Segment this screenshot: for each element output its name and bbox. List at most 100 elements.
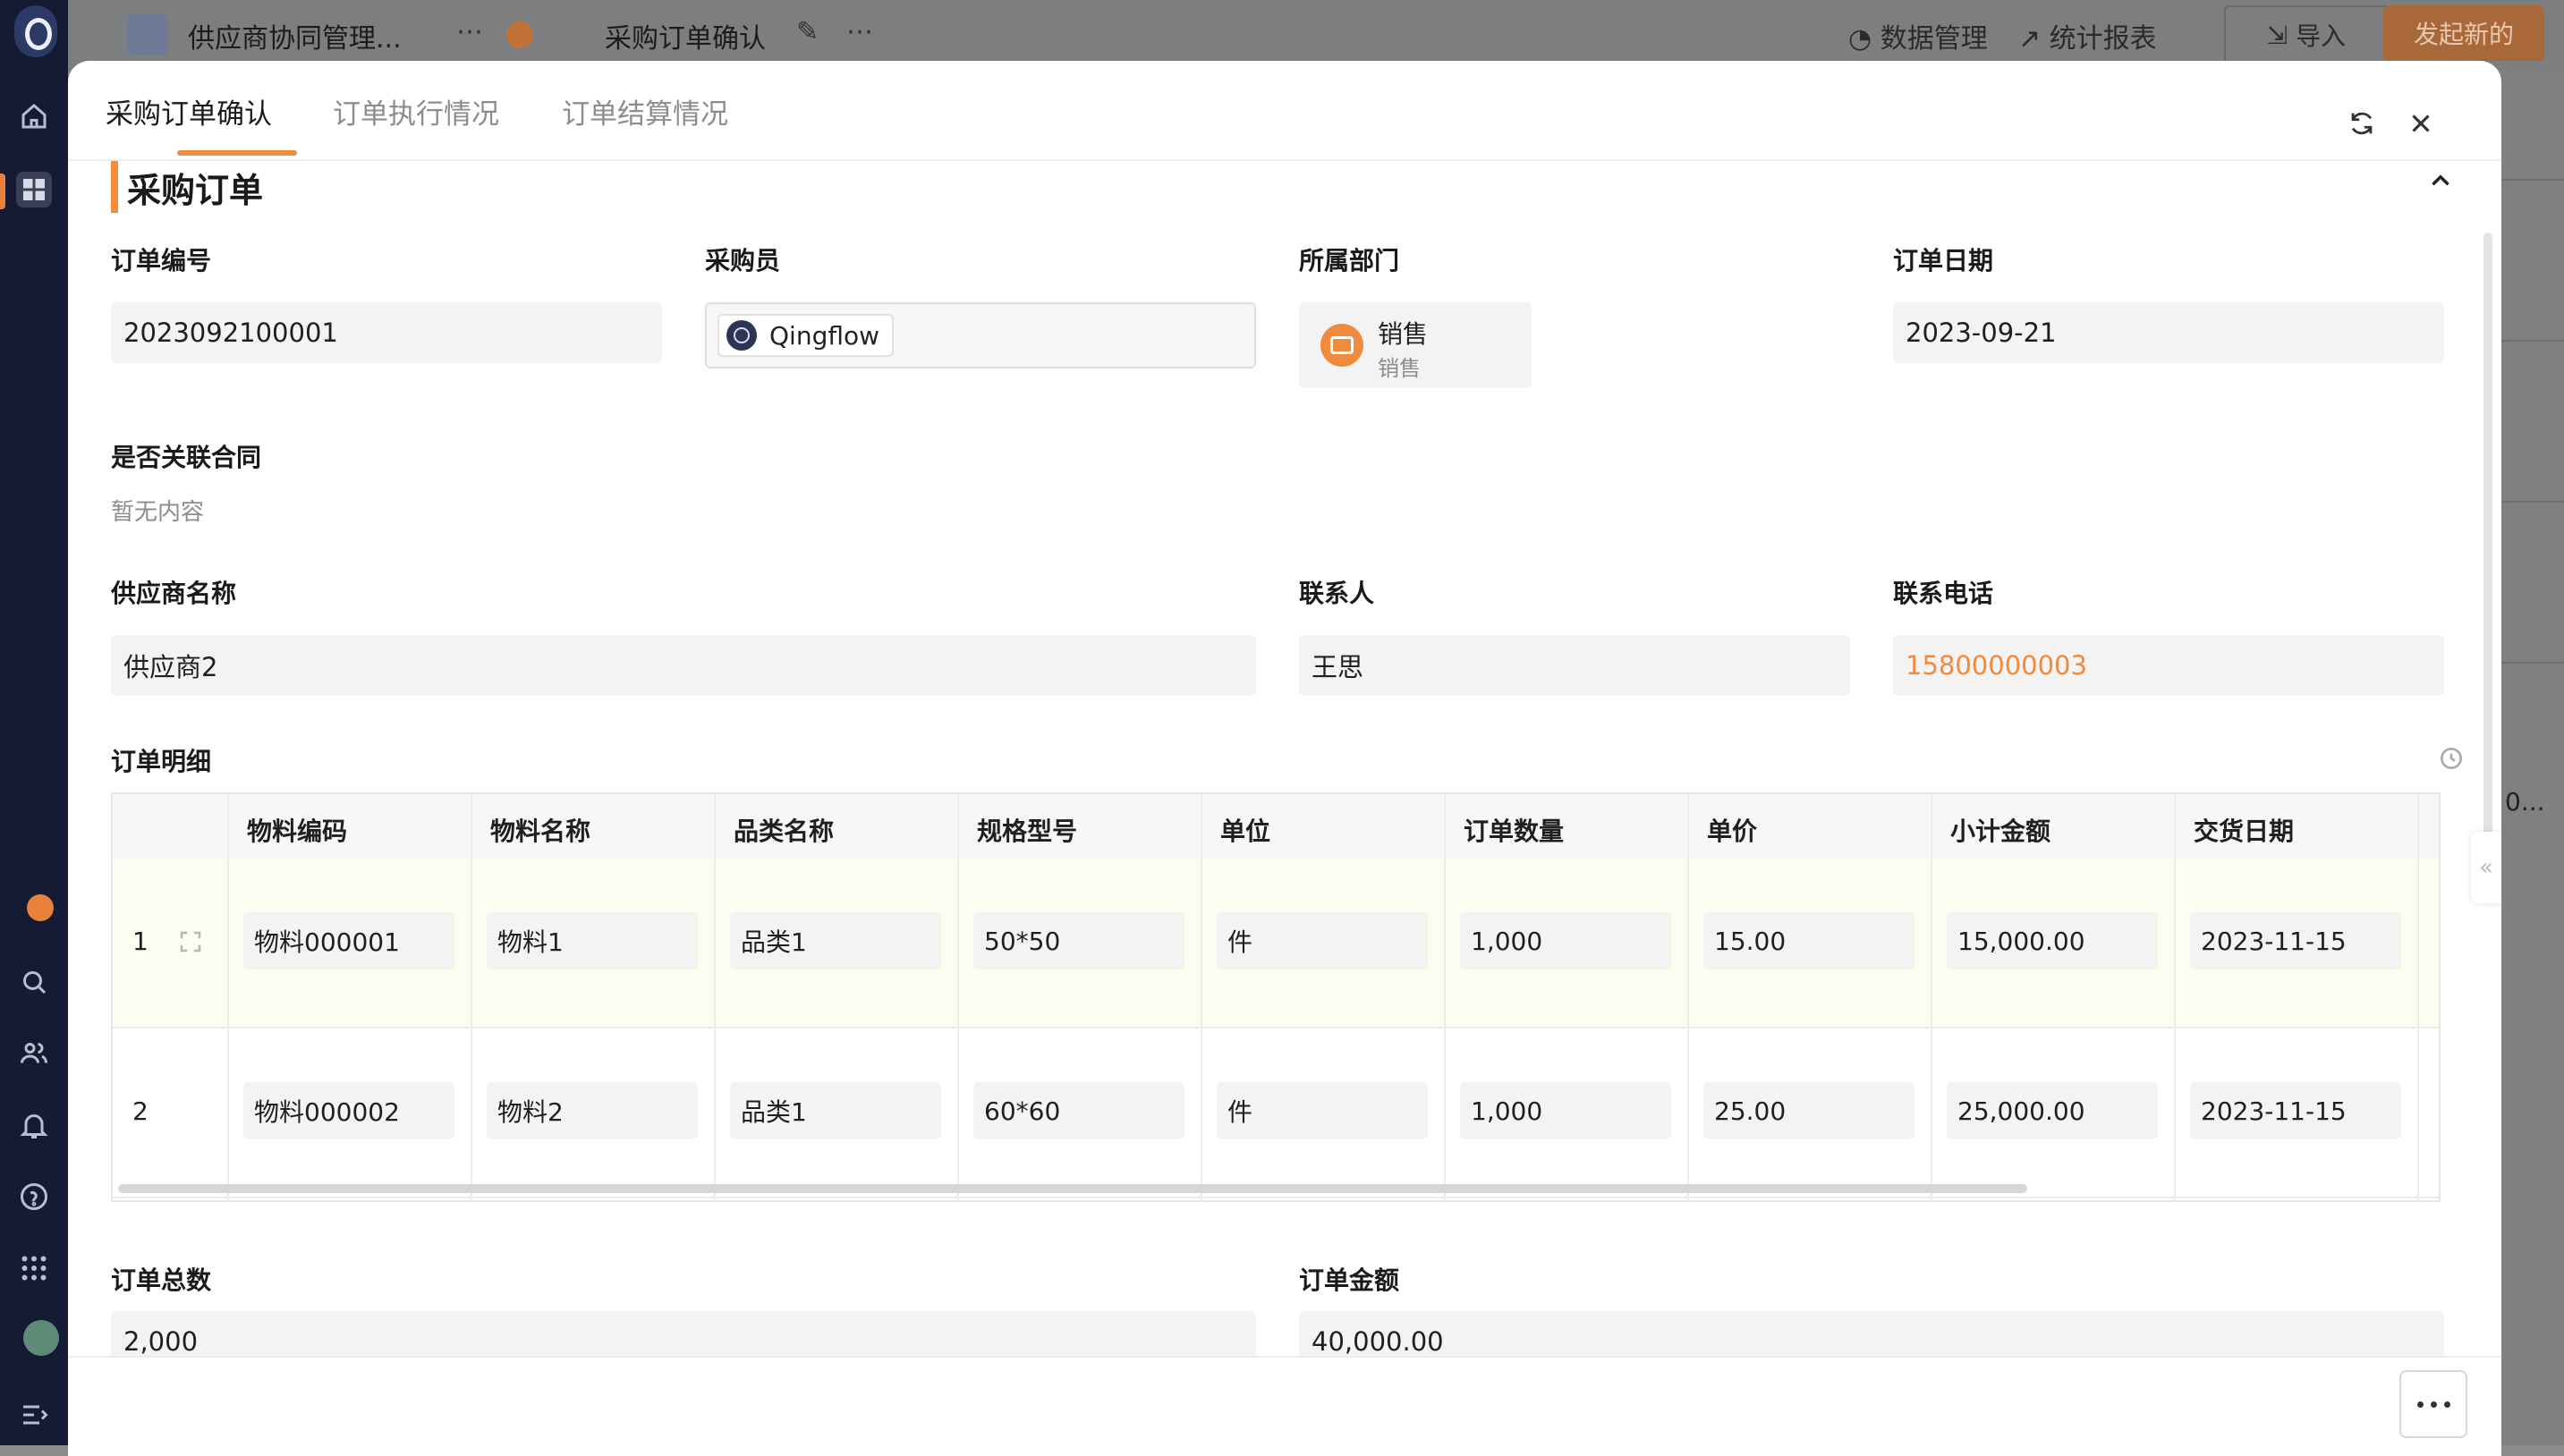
refresh-icon[interactable]: [2342, 104, 2381, 143]
buyer-name: Qingflow: [769, 320, 880, 351]
buyer-chip[interactable]: Qingflow: [717, 314, 895, 357]
user-avatar-icon: [726, 320, 757, 351]
vertical-scrollbar[interactable]: [2483, 233, 2492, 876]
supplier-name-label: 供应商名称: [111, 579, 237, 608]
modal-footer: [68, 1356, 2501, 1456]
cell-category[interactable]: 品类1: [730, 1082, 941, 1139]
search-icon[interactable]: [16, 964, 52, 1000]
app-logo[interactable]: [14, 5, 57, 57]
list-divider: [2501, 662, 2564, 664]
cell-spec[interactable]: 60*60: [973, 1082, 1184, 1139]
more-icon[interactable]: [2399, 1370, 2467, 1438]
cell-material-code[interactable]: 物料000002: [243, 1082, 454, 1139]
department-sub: 销售: [1378, 356, 1421, 381]
workspace-title[interactable]: 供应商协同管理...: [188, 16, 402, 55]
chart-icon: ↗: [2018, 23, 2050, 55]
tab-order-settlement[interactable]: 订单结算情况: [562, 91, 728, 131]
cell-delivery-date[interactable]: 2023-11-15: [2190, 1082, 2401, 1139]
table-row[interactable]: 1 物料000001 物料1 品类1 50*50 件 1,000 15.00 1…: [113, 859, 2439, 1029]
cell-unit[interactable]: 件: [1217, 1082, 1428, 1139]
bell-icon[interactable]: [16, 1107, 52, 1143]
linked-contract-label: 是否关联合同: [111, 443, 262, 472]
buyer-field[interactable]: Qingflow: [705, 302, 1256, 368]
column-divider: [957, 794, 959, 1200]
data-manage-link[interactable]: ◔ 数据管理: [1848, 16, 1988, 55]
horizontal-scrollbar[interactable]: [118, 1184, 2027, 1193]
home-icon[interactable]: [16, 98, 52, 134]
cell-subtotal[interactable]: 25,000.00: [1947, 1082, 2158, 1139]
import-icon: ⇲: [2266, 20, 2297, 50]
total-qty-field[interactable]: 2,000: [111, 1311, 1256, 1356]
column-divider: [1687, 794, 1689, 1200]
grid-icon[interactable]: [16, 1250, 52, 1286]
avatar[interactable]: [23, 1320, 59, 1356]
tab-order-confirm[interactable]: 采购订单确认: [106, 91, 272, 131]
cell-unit[interactable]: 件: [1217, 912, 1428, 969]
list-divider: [2501, 501, 2564, 503]
modal-tabs: 采购订单确认 订单执行情况 订单结算情况: [68, 61, 2501, 161]
apps-icon[interactable]: [16, 172, 52, 207]
cell-category[interactable]: 品类1: [730, 912, 941, 969]
stats-link[interactable]: ↗ 统计报表: [2018, 16, 2157, 55]
add-icon[interactable]: [506, 21, 533, 48]
tab-order-execution[interactable]: 订单执行情况: [333, 91, 499, 131]
users-icon[interactable]: [16, 1036, 52, 1071]
section-title: 采购订单: [127, 171, 264, 210]
contact-label: 联系人: [1299, 579, 1375, 608]
wrench-icon[interactable]: ✎: [796, 16, 819, 47]
supplier-name-field[interactable]: 供应商2: [111, 635, 1256, 696]
cell-delivery-date[interactable]: 2023-11-15: [2190, 912, 2401, 969]
column-divider: [2417, 794, 2419, 1200]
workspace-more-icon[interactable]: ⋯: [456, 16, 483, 47]
col-unit-price: 单价: [1707, 817, 1758, 846]
list-divider: [2501, 179, 2564, 181]
col-unit: 单位: [1220, 817, 1271, 846]
order-date-field[interactable]: 2023-09-21: [1893, 302, 2444, 363]
cell-unit-price[interactable]: 15.00: [1703, 912, 1915, 969]
help-icon[interactable]: [16, 1179, 52, 1215]
column-divider: [1201, 794, 1202, 1200]
cell-material-name[interactable]: 物料2: [487, 1082, 698, 1139]
menu-collapse-icon[interactable]: [16, 1397, 52, 1433]
order-no-label: 订单编号: [111, 246, 212, 275]
page-more-icon[interactable]: ⋯: [846, 16, 873, 47]
total-qty-label: 订单总数: [111, 1266, 212, 1295]
cell-material-code[interactable]: 物料000001: [243, 912, 454, 969]
order-details-label: 订单明细: [111, 747, 212, 776]
col-category: 品类名称: [734, 817, 835, 846]
order-no-field[interactable]: 2023092100001: [111, 302, 662, 363]
expand-icon[interactable]: [177, 928, 204, 955]
department-field[interactable]: 销售 销售: [1299, 302, 1532, 388]
chevron-double-left-icon[interactable]: «: [2471, 832, 2501, 903]
row-index: 2: [132, 1096, 149, 1126]
chevron-up-icon[interactable]: [2421, 161, 2460, 200]
background-list: 0...: [2501, 72, 2564, 1445]
total-amount-field[interactable]: 40,000.00: [1299, 1311, 2444, 1356]
cell-unit-price[interactable]: 25.00: [1703, 1082, 1915, 1139]
close-icon[interactable]: [2401, 104, 2441, 143]
cell-subtotal[interactable]: 15,000.00: [1947, 912, 2158, 969]
add-icon[interactable]: [27, 894, 54, 921]
cell-quantity[interactable]: 1,000: [1460, 912, 1671, 969]
phone-field[interactable]: 15800000003: [1893, 635, 2444, 696]
column-divider: [714, 794, 716, 1200]
linked-contract-empty: 暂无内容: [111, 499, 205, 526]
start-new-button[interactable]: 发起新的: [2383, 5, 2544, 61]
app-sidebar: [0, 0, 68, 1445]
history-icon[interactable]: [2437, 744, 2466, 773]
order-details-table: 物料编码 物料名称 品类名称 规格型号 单位 订单数量 单价 小计金额 交货日期…: [111, 792, 2441, 1202]
cell-spec[interactable]: 50*50: [973, 912, 1184, 969]
col-quantity: 订单数量: [1464, 817, 1565, 846]
row-index: 1: [132, 927, 149, 956]
department-label: 所属部门: [1299, 246, 1400, 275]
import-label: 导入: [2296, 21, 2347, 51]
contact-field[interactable]: 王思: [1299, 635, 1850, 696]
cell-material-name[interactable]: 物料1: [487, 912, 698, 969]
column-divider: [227, 794, 229, 1200]
column-divider: [2174, 794, 2176, 1200]
order-modal: 采购订单确认 订单执行情况 订单结算情况 采购订单 订单编号 202309210…: [68, 61, 2501, 1456]
import-button[interactable]: ⇲ 导入: [2224, 5, 2389, 64]
column-divider: [471, 794, 472, 1200]
table-row[interactable]: 2 物料000002 物料2 品类1 60*60 件 1,000 25.00 2…: [113, 1029, 2439, 1198]
cell-quantity[interactable]: 1,000: [1460, 1082, 1671, 1139]
